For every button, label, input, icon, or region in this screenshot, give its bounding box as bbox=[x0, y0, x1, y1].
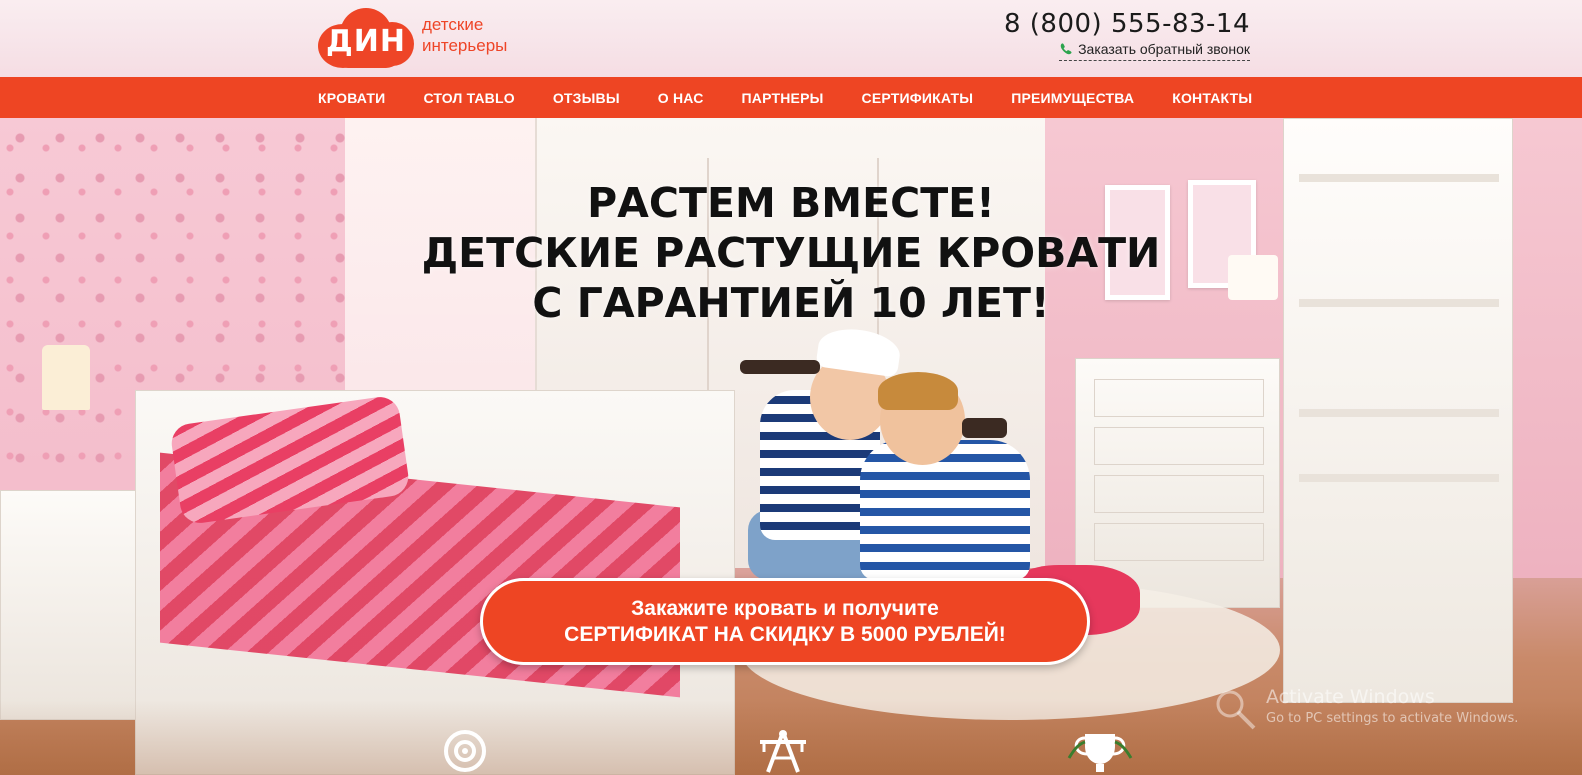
nav-item-table-tablo[interactable]: Стол TABLO bbox=[423, 90, 514, 106]
nav-item-contacts[interactable]: Контакты bbox=[1172, 90, 1252, 106]
nav-item-advantages[interactable]: Преимущества bbox=[1011, 90, 1134, 106]
hero-headline-line: РАСТЕМ ВМЕСТЕ! bbox=[587, 179, 995, 227]
site-header: ДИН детские интерьеры 8 (800) 555-83-14 … bbox=[0, 0, 1582, 77]
nav-item-partners[interactable]: Партнеры bbox=[742, 90, 824, 106]
nav-item-certificates[interactable]: Сертификаты bbox=[862, 90, 974, 106]
hero-headline: РАСТЕМ ВМЕСТЕ! ДЕТСКИЕ РАСТУЩИЕ КРОВАТИ … bbox=[391, 178, 1191, 328]
nav-item-beds[interactable]: Кровати bbox=[318, 90, 385, 106]
callback-link[interactable]: Заказать обратный звонок bbox=[1059, 41, 1250, 61]
lamp bbox=[42, 345, 90, 410]
contact-block: 8 (800) 555-83-14 Заказать обратный звон… bbox=[1004, 9, 1250, 61]
logo[interactable]: ДИН детские интерьеры bbox=[318, 8, 507, 68]
tools-icon bbox=[760, 730, 806, 773]
target-icon bbox=[444, 730, 486, 772]
binoculars bbox=[962, 418, 1007, 438]
activation-icon bbox=[1216, 690, 1256, 730]
cta-line-2: СЕРТИФИКАТ НА СКИДКУ В 5000 РУБЛЕЙ! bbox=[564, 623, 1006, 646]
watermark-subtitle: Go to PC settings to activate Windows. bbox=[1266, 711, 1519, 726]
watermark-title: Activate Windows bbox=[1266, 686, 1435, 708]
cta-line-1: Закажите кровать и получите bbox=[631, 597, 939, 620]
nav-item-reviews[interactable]: Отзывы bbox=[553, 90, 620, 106]
phone-number[interactable]: 8 (800) 555-83-14 bbox=[1004, 9, 1250, 39]
hero-headline-line: С ГАРАНТИЕЙ 10 ЛЕТ! bbox=[532, 279, 1050, 327]
nav-item-about[interactable]: О нас bbox=[658, 90, 704, 106]
logo-mark-text: ДИН bbox=[326, 24, 406, 59]
hero-headline-line: ДЕТСКИЕ РАСТУЩИЕ КРОВАТИ bbox=[421, 229, 1161, 277]
callback-label: Заказать обратный звонок bbox=[1078, 41, 1250, 57]
child-figure bbox=[860, 440, 1030, 580]
logo-mark: ДИН bbox=[318, 8, 414, 68]
bookshelf bbox=[1283, 118, 1513, 703]
spyglass bbox=[740, 360, 820, 374]
lamp bbox=[1228, 255, 1278, 300]
phone-icon bbox=[1060, 43, 1072, 55]
main-nav: Кровати Стол TABLO Отзывы О нас Партнеры… bbox=[0, 77, 1582, 118]
child-figure bbox=[878, 372, 958, 410]
logo-tagline: детские интерьеры bbox=[422, 15, 508, 55]
trophy-icon bbox=[1067, 734, 1133, 772]
order-cta-button[interactable]: Закажите кровать и получите СЕРТИФИКАТ Н… bbox=[480, 578, 1090, 665]
